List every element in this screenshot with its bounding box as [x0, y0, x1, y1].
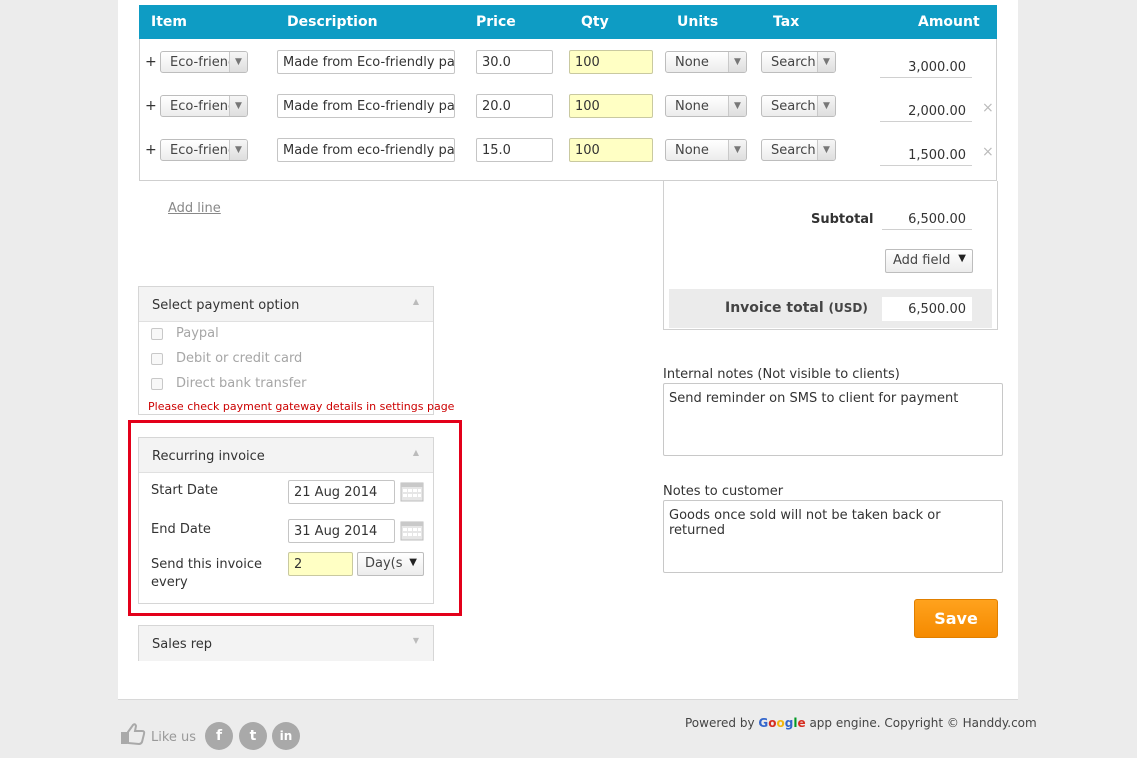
- price-input[interactable]: 30.0: [476, 50, 553, 74]
- remove-row-icon[interactable]: ×: [982, 100, 994, 116]
- facebook-icon[interactable]: f: [205, 722, 233, 750]
- like-us-label: Like us: [151, 730, 197, 745]
- chevron-down-icon: ▼: [728, 52, 746, 72]
- payment-warning: Please check payment gateway details in …: [148, 400, 455, 413]
- recurring-highlight-box: [128, 420, 462, 616]
- header-qty: Qty: [581, 14, 609, 30]
- twitter-icon[interactable]: t: [239, 722, 267, 750]
- chevron-down-icon: ▼: [229, 52, 247, 72]
- tax-select[interactable]: Search ▼: [761, 51, 836, 73]
- add-row-icon[interactable]: +: [145, 98, 157, 114]
- powered-by-text: Powered by: [685, 716, 755, 730]
- bank-transfer-label: Direct bank transfer: [176, 376, 307, 391]
- item-select[interactable]: Eco-friend ▼: [160, 95, 248, 117]
- items-table-body: [139, 39, 997, 181]
- chevron-up-icon: ▲: [412, 297, 419, 306]
- header-price: Price: [476, 14, 516, 30]
- currency-label: (USD): [828, 301, 868, 315]
- item-select-value: Eco-friend: [170, 99, 237, 114]
- payment-option-title: Select payment option: [152, 298, 300, 313]
- google-logo: Google: [758, 716, 806, 730]
- items-table-header: Item Description Price Qty Units Tax Amo…: [139, 5, 997, 39]
- chevron-down-icon: ▼: [817, 140, 835, 160]
- invoice-total-text: Invoice total: [725, 300, 824, 316]
- units-select-value: None: [675, 143, 709, 158]
- linkedin-icon[interactable]: in: [272, 722, 300, 750]
- chevron-down-icon: ▼: [728, 96, 746, 116]
- qty-input[interactable]: 100: [569, 94, 653, 118]
- chevron-down-icon: ▼: [412, 636, 419, 645]
- internal-notes-textarea[interactable]: Send reminder on SMS to client for payme…: [663, 383, 1003, 456]
- thumbs-up-icon: [120, 722, 146, 746]
- amount-value: 1,500.00: [880, 142, 972, 166]
- tax-select[interactable]: Search ▼: [761, 139, 836, 161]
- amount-value: 2,000.00: [880, 98, 972, 122]
- invoice-total-label: Invoice total (USD): [725, 300, 868, 316]
- header-description: Description: [287, 14, 378, 30]
- item-select-value: Eco-friend: [170, 55, 237, 70]
- qty-input[interactable]: 100: [569, 50, 653, 74]
- item-select-value: Eco-friend: [170, 143, 237, 158]
- amount-value: 3,000.00: [880, 54, 972, 78]
- copyright-text: app engine. Copyright © Handdy.com: [809, 716, 1037, 730]
- item-select[interactable]: Eco-friend ▼: [160, 51, 248, 73]
- add-row-icon[interactable]: +: [145, 54, 157, 70]
- add-field-select[interactable]: Add field ▼: [885, 249, 973, 273]
- invoice-total-value: 6,500.00: [882, 297, 972, 321]
- tax-select-value: Search: [771, 143, 816, 158]
- internal-notes-label: Internal notes (Not visible to clients): [663, 367, 900, 382]
- payment-option-header[interactable]: Select payment option ▲: [139, 287, 433, 322]
- description-input[interactable]: Made from eco-friendly paper: [277, 138, 455, 162]
- price-input[interactable]: 20.0: [476, 94, 553, 118]
- description-input[interactable]: Made from Eco-friendly paper: [277, 50, 455, 74]
- price-input[interactable]: 15.0: [476, 138, 553, 162]
- add-line-link[interactable]: Add line: [168, 201, 221, 216]
- description-input[interactable]: Made from Eco-friendly paper: [277, 94, 455, 118]
- tax-select[interactable]: Search ▼: [761, 95, 836, 117]
- chevron-down-icon: ▼: [817, 52, 835, 72]
- card-checkbox[interactable]: [151, 353, 163, 365]
- subtotal-label: Subtotal: [811, 212, 874, 227]
- item-select[interactable]: Eco-friend ▼: [160, 139, 248, 161]
- add-field-label: Add field: [893, 253, 951, 268]
- tax-select-value: Search: [771, 55, 816, 70]
- chevron-down-icon: ▼: [817, 96, 835, 116]
- bank-transfer-checkbox[interactable]: [151, 378, 163, 390]
- header-units: Units: [677, 14, 719, 30]
- header-tax: Tax: [773, 14, 800, 30]
- paypal-label: Paypal: [176, 326, 219, 341]
- units-select-value: None: [675, 55, 709, 70]
- header-item: Item: [151, 14, 187, 30]
- sales-rep-title: Sales rep: [152, 637, 213, 652]
- card-label: Debit or credit card: [176, 351, 303, 366]
- sales-rep-header[interactable]: Sales rep ▼: [139, 626, 433, 661]
- remove-row-icon[interactable]: ×: [982, 144, 994, 160]
- units-select[interactable]: None ▼: [665, 139, 747, 161]
- qty-input[interactable]: 100: [569, 138, 653, 162]
- subtotal-value: 6,500.00: [882, 206, 972, 230]
- save-button[interactable]: Save: [914, 599, 998, 638]
- tax-select-value: Search: [771, 99, 816, 114]
- customer-notes-label: Notes to customer: [663, 484, 784, 499]
- units-select[interactable]: None ▼: [665, 95, 747, 117]
- header-amount: Amount: [918, 14, 980, 30]
- chevron-down-icon: ▼: [229, 140, 247, 160]
- units-select-value: None: [675, 99, 709, 114]
- chevron-down-icon: ▼: [728, 140, 746, 160]
- caret-down-icon: ▼: [958, 253, 966, 264]
- units-select[interactable]: None ▼: [665, 51, 747, 73]
- add-row-icon[interactable]: +: [145, 142, 157, 158]
- sales-rep-panel: Sales rep ▼: [138, 625, 434, 661]
- footer-powered-by: Powered by Google app engine. Copyright …: [685, 716, 1037, 730]
- chevron-down-icon: ▼: [229, 96, 247, 116]
- customer-notes-textarea[interactable]: Goods once sold will not be taken back o…: [663, 500, 1003, 573]
- paypal-checkbox[interactable]: [151, 328, 163, 340]
